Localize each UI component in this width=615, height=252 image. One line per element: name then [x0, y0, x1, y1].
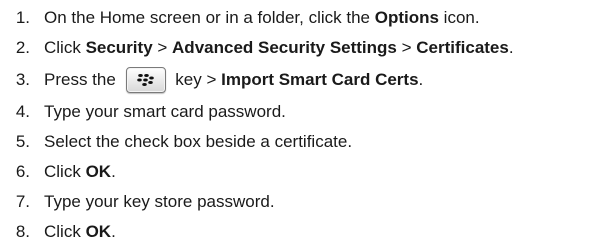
step-text-part: Type your smart card password.	[44, 102, 286, 121]
blackberry-menu-key-icon	[125, 67, 166, 93]
step-text-part: Type your key store password.	[44, 192, 275, 211]
step-text-bold: Options	[374, 8, 439, 27]
step-text-part: On the Home screen or in a folder, click…	[44, 8, 375, 27]
step-text: Click OK.	[44, 222, 116, 242]
step-text-part: Press the	[44, 70, 121, 89]
step-text-part: Click	[44, 222, 86, 241]
step-number: 6.	[15, 162, 30, 181]
step-text: Type your key store password.	[44, 192, 275, 212]
step-1: 1. On the Home screen or in a folder, cl…	[0, 3, 615, 33]
step-3: 3. Press the key > Import Smart Card Cer…	[0, 63, 615, 97]
step-4: 4. Type your smart card password.	[0, 97, 615, 127]
step-text: On the Home screen or in a folder, click…	[44, 8, 480, 28]
step-text-bold: Import Smart Card Certs	[221, 70, 419, 89]
step-text-bold: Certificates	[416, 38, 509, 57]
step-text-bold: Advanced Security Settings	[172, 38, 397, 57]
step-text-part: .	[111, 222, 116, 241]
step-text-part: icon.	[438, 8, 480, 27]
step-number: 3.	[15, 70, 30, 89]
step-text-part: .	[508, 38, 514, 57]
step-text-part: .	[418, 70, 424, 89]
step-text-part: key >	[170, 70, 222, 89]
step-number: 2.	[15, 38, 30, 57]
step-number: 5.	[15, 132, 30, 151]
instruction-list: 1. On the Home screen or in a folder, cl…	[0, 3, 615, 247]
step-text-part: >	[152, 38, 173, 57]
step-5: 5. Select the check box beside a certifi…	[0, 127, 615, 157]
step-text-part: Select the check box beside a certificat…	[44, 132, 353, 151]
step-text-bold: OK	[85, 222, 112, 241]
step-text-bold: Security	[85, 38, 153, 57]
step-text-bold: OK	[85, 162, 112, 181]
step-text-part: >	[396, 38, 417, 57]
step-number: 4.	[15, 102, 30, 121]
step-text-part: .	[111, 162, 116, 181]
step-number: 7.	[15, 192, 30, 211]
step-number: 8.	[15, 222, 30, 241]
step-text-part: Click	[44, 38, 86, 57]
step-8: 8. Click OK.	[0, 217, 615, 247]
step-2: 2. Click Security > Advanced Security Se…	[0, 33, 615, 63]
step-text: Type your smart card password.	[44, 102, 286, 122]
step-7: 7. Type your key store password.	[0, 187, 615, 217]
step-text: Click Security > Advanced Security Setti…	[44, 38, 514, 58]
step-text-part: Click	[44, 162, 86, 181]
step-text: Select the check box beside a certificat…	[44, 132, 352, 152]
step-text: Click OK.	[44, 162, 116, 182]
step-6: 6. Click OK.	[0, 157, 615, 187]
step-number: 1.	[15, 8, 30, 27]
step-text: Press the key > Import Smart Card Certs.	[44, 67, 423, 93]
